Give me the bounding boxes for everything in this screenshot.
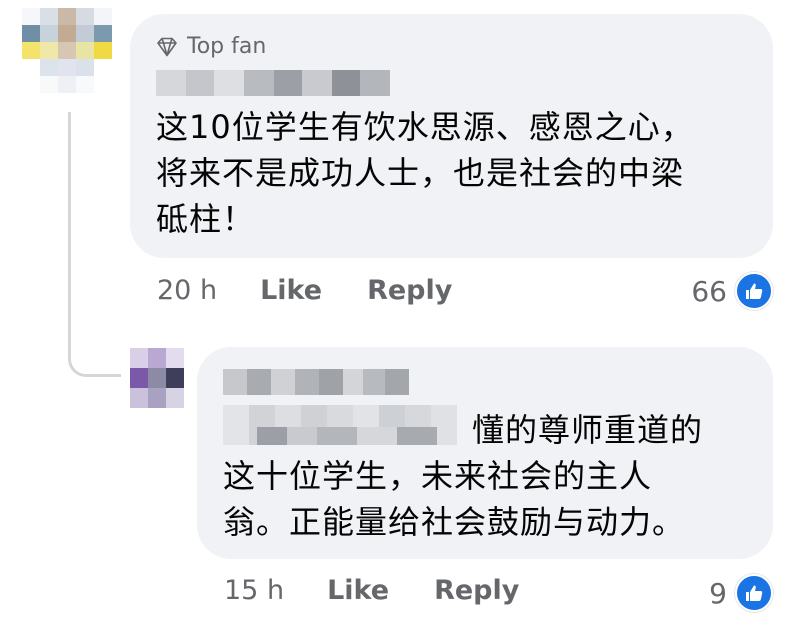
mention-blurred-detail xyxy=(257,427,437,445)
commenter-avatar[interactable] xyxy=(22,8,112,93)
reply-text-line1: 懂的尊师重道的 xyxy=(472,411,704,449)
reply-text-line3: 翁。正能量给社会鼓励与动力。 xyxy=(223,503,686,541)
top-fan-label: Top fan xyxy=(187,34,267,59)
comment-actions: 20 h Like Reply xyxy=(157,275,452,306)
like-button[interactable]: Like xyxy=(260,275,322,306)
reaction-count[interactable]: 66 xyxy=(691,272,773,310)
comment-bubble: Top fan 这10位学生有饮水思源、感恩之心， 将来不是成功人士，也是社会的… xyxy=(130,14,773,258)
commenter-name-blurred[interactable] xyxy=(156,70,390,96)
thumbs-up-icon xyxy=(735,574,773,612)
diamond-icon xyxy=(157,37,177,56)
thumbs-up-icon xyxy=(735,272,773,310)
reply-button[interactable]: Reply xyxy=(434,575,519,606)
like-button[interactable]: Like xyxy=(327,575,389,606)
comment-text: 这10位学生有饮水思源、感恩之心， 将来不是成功人士，也是社会的中梁 砥柱！ xyxy=(156,108,694,238)
reply-bubble: 懂的尊师重道的 这十位学生，未来社会的主人 翁。正能量给社会鼓励与动力。 xyxy=(197,347,773,559)
reply-thread-connector xyxy=(68,112,121,377)
reaction-count-value: 66 xyxy=(691,274,727,308)
replier-avatar[interactable] xyxy=(130,348,184,408)
reply-button[interactable]: Reply xyxy=(367,275,452,306)
reaction-count[interactable]: 9 xyxy=(709,574,773,612)
reply-text-line2: 这十位学生，未来社会的主人 xyxy=(223,457,653,495)
reaction-count-value: 9 xyxy=(709,576,727,610)
comment-timestamp[interactable]: 20 h xyxy=(157,275,217,306)
replier-name-blurred[interactable] xyxy=(223,369,409,395)
top-fan-badge: Top fan xyxy=(156,34,266,59)
reply-timestamp[interactable]: 15 h xyxy=(224,575,284,606)
reply-actions: 15 h Like Reply xyxy=(224,575,519,606)
